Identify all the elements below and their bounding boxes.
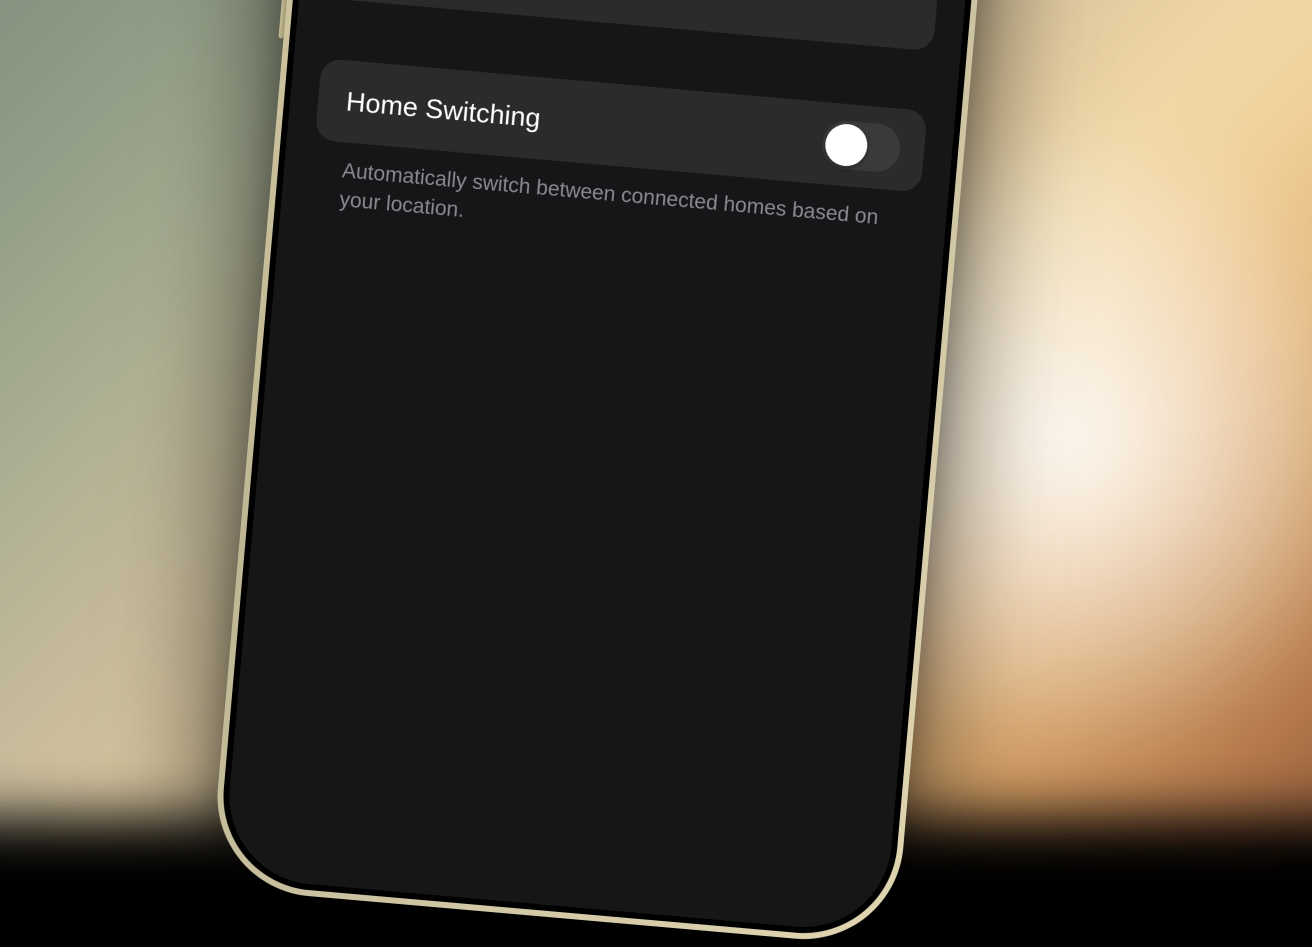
phone-screen: 12:44 100 — [222, 0, 1002, 934]
homes-sheet: Edit Homes Done HOMES — [222, 0, 994, 934]
add-home-label: Add Home... — [357, 0, 910, 26]
homes-list: My Home — [327, 0, 953, 51]
add-home-button[interactable]: Add Home... — [327, 0, 939, 51]
home-switching-label: Home Switching — [345, 86, 542, 134]
home-switching-toggle[interactable] — [820, 119, 902, 174]
phone-frame: 12:44 100 — [209, 0, 1015, 947]
